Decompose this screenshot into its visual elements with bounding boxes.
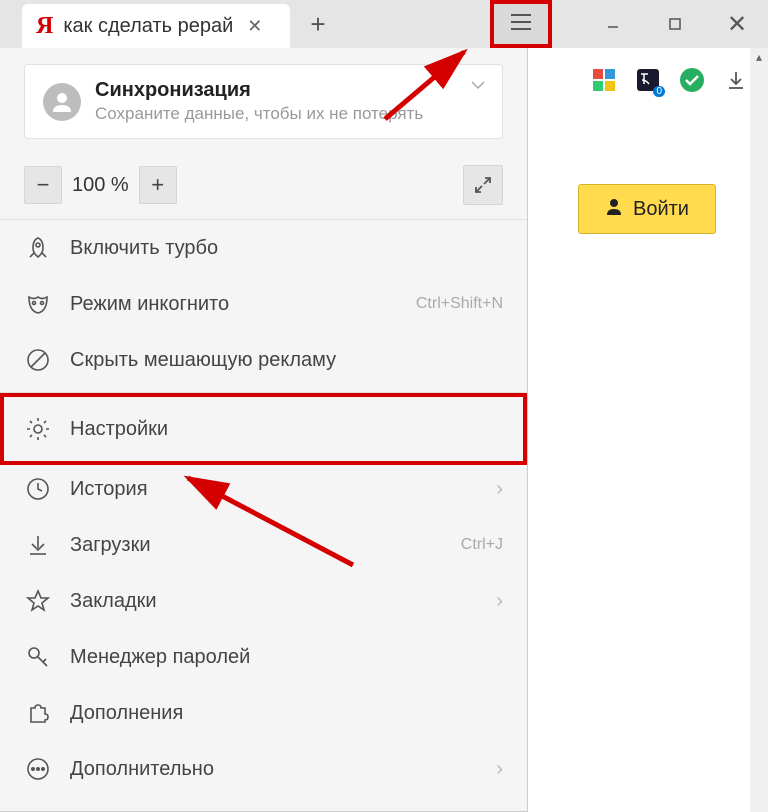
extension-badge: 0	[653, 86, 665, 97]
star-icon	[24, 587, 52, 615]
extension-toolbar: 0	[528, 48, 768, 94]
sync-subtitle: Сохраните данные, чтобы их не потерять	[95, 104, 484, 124]
menu-item-turbo[interactable]: Включить турбо	[0, 220, 527, 276]
menu-label: Режим инкогнито	[70, 293, 229, 316]
rocket-icon	[24, 234, 52, 262]
scroll-up-icon[interactable]: ▴	[750, 48, 768, 66]
chevron-down-icon	[470, 77, 486, 95]
chevron-right-icon: ›	[496, 590, 503, 613]
zoom-in-button[interactable]: +	[139, 166, 177, 204]
main-menu-panel: Синхронизация Сохраните данные, чтобы их…	[0, 48, 528, 812]
menu-label: Настройки	[70, 418, 168, 441]
gear-icon	[24, 415, 52, 443]
title-bar: Я как сделать рерай ✕ + ✕	[0, 0, 768, 48]
chevron-right-icon: ›	[496, 478, 503, 501]
menu-label: Закладки	[70, 590, 157, 613]
puzzle-icon	[24, 699, 52, 727]
key-icon	[24, 643, 52, 671]
fullscreen-icon	[473, 175, 493, 195]
new-tab-button[interactable]: +	[290, 0, 346, 48]
menu-shortcut: Ctrl+Shift+N	[416, 295, 503, 313]
menu-item-downloads[interactable]: Загрузки Ctrl+J	[0, 517, 527, 573]
menu-item-settings[interactable]: Настройки	[0, 393, 527, 465]
window-close-button[interactable]: ✕	[706, 0, 768, 48]
main-menu-button[interactable]	[490, 0, 552, 48]
sync-card[interactable]: Синхронизация Сохраните данные, чтобы их…	[24, 64, 503, 139]
menu-label: Включить турбо	[70, 237, 218, 260]
login-button[interactable]: Войти	[578, 184, 716, 234]
downloads-toolbar-icon[interactable]	[722, 66, 750, 94]
plus-icon: +	[310, 9, 325, 40]
scrollbar[interactable]: ▴	[750, 48, 768, 812]
hamburger-icon	[510, 10, 532, 38]
tab-title: как сделать рерай	[63, 15, 233, 38]
menu-label: Дополнительно	[70, 758, 214, 781]
menu-item-history[interactable]: История ›	[0, 461, 527, 517]
menu-item-bookmarks[interactable]: Закладки ›	[0, 573, 527, 629]
chevron-right-icon: ›	[496, 758, 503, 781]
tab-close-icon[interactable]: ✕	[247, 16, 262, 37]
extension-colorful-icon[interactable]	[590, 66, 618, 94]
menu-label: Менеджер паролей	[70, 646, 250, 669]
clock-icon	[24, 475, 52, 503]
person-icon	[605, 197, 623, 221]
browser-tab[interactable]: Я как сделать рерай ✕	[22, 4, 290, 48]
dots-icon	[24, 755, 52, 783]
page-content: 0 Войти ▴	[528, 48, 768, 812]
yandex-logo-icon: Я	[36, 13, 53, 40]
menu-label: Дополнения	[70, 702, 183, 725]
avatar-icon	[43, 83, 81, 121]
extension-translate-icon[interactable]: 0	[634, 66, 662, 94]
menu-shortcut: Ctrl+J	[461, 536, 503, 554]
menu-label: История	[70, 478, 148, 501]
maximize-button[interactable]	[644, 0, 706, 48]
zoom-out-button[interactable]: −	[24, 166, 62, 204]
zoom-level: 100 %	[72, 174, 129, 197]
minimize-button[interactable]	[582, 0, 644, 48]
extension-check-icon[interactable]	[678, 66, 706, 94]
menu-item-passwords[interactable]: Менеджер паролей	[0, 629, 527, 685]
menu-label: Загрузки	[70, 534, 151, 557]
login-label: Войти	[633, 198, 689, 221]
download-icon	[24, 531, 52, 559]
menu-item-incognito[interactable]: Режим инкогнито Ctrl+Shift+N	[0, 276, 527, 332]
sync-title: Синхронизация	[95, 79, 484, 102]
block-icon	[24, 346, 52, 374]
menu-item-addons[interactable]: Дополнения	[0, 685, 527, 741]
window-controls: ✕	[582, 0, 768, 48]
zoom-controls: − 100 % +	[0, 155, 527, 220]
mask-icon	[24, 290, 52, 318]
fullscreen-button[interactable]	[463, 165, 503, 205]
menu-item-more[interactable]: Дополнительно ›	[0, 741, 527, 797]
menu-item-hide-ads[interactable]: Скрыть мешающую рекламу	[0, 332, 527, 388]
menu-label: Скрыть мешающую рекламу	[70, 349, 336, 372]
